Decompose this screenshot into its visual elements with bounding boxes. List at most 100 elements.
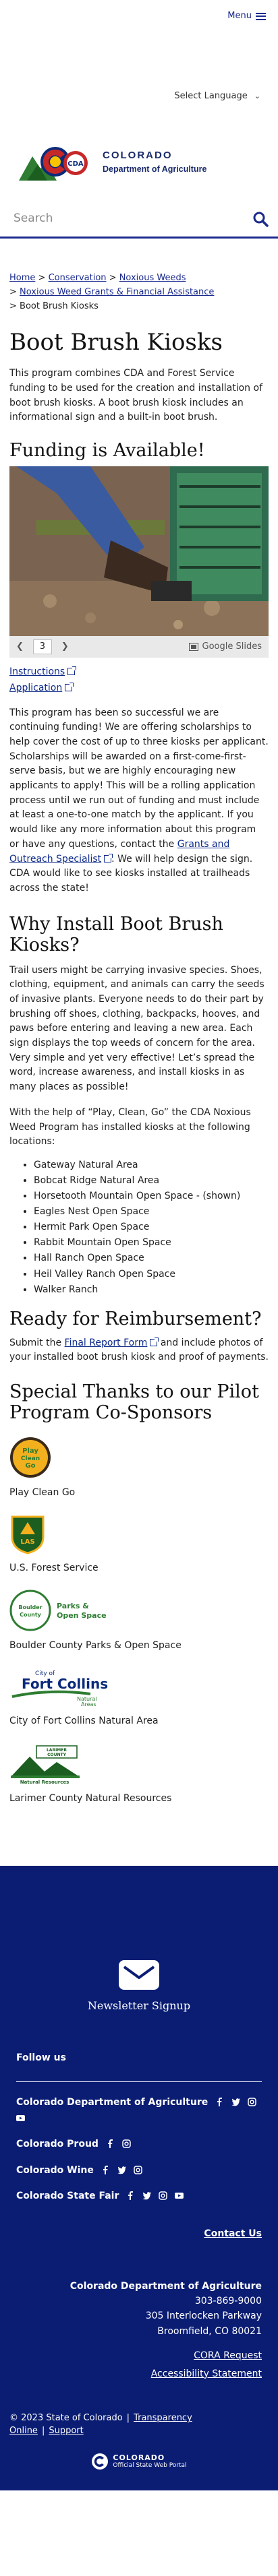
sponsor-boulder-county: Boulder County Parks & Open Space Boulde…: [9, 1590, 269, 1652]
chevron-down-icon: ⌄: [254, 92, 260, 101]
state-portal-logo[interactable]: COLORADO Official State Web Portal: [0, 2453, 278, 2470]
sponsor-larimer-county: LARIMER COUNTY Natural Resources Larimer…: [9, 1743, 269, 1806]
svg-text:Parks &: Parks &: [57, 1602, 89, 1610]
sponsor-fort-collins: City of Fort Collins Natural Areas City …: [9, 1667, 269, 1728]
menu-button[interactable]: Menu: [227, 10, 266, 23]
list-item: Eagles Nest Open Space: [34, 1204, 269, 1220]
breadcrumb-conservation[interactable]: Conservation: [49, 273, 107, 283]
social-colorado-proud: Colorado Proud: [0, 2137, 278, 2151]
youtube-icon[interactable]: [16, 2113, 25, 2122]
twitter-icon[interactable]: [142, 2191, 152, 2200]
instagram-icon[interactable]: [133, 2165, 142, 2174]
fort-collins-logo: City of Fort Collins Natural Areas: [11, 1670, 108, 1707]
svg-text:LAS: LAS: [20, 1538, 34, 1546]
facebook-icon[interactable]: [101, 2165, 110, 2174]
facebook-icon[interactable]: [126, 2191, 135, 2200]
social-state-fair: Colorado State Fair: [0, 2189, 278, 2203]
slide-next-icon[interactable]: ❯: [61, 641, 69, 654]
search-input[interactable]: Search: [13, 210, 53, 227]
cora-request-link[interactable]: CORA Request: [194, 2350, 262, 2361]
street-address: 305 Interlocken Parkway: [145, 2311, 262, 2322]
kiosk-list: Gateway Natural Area Bobcat Ridge Natura…: [34, 1158, 269, 1298]
instagram-icon[interactable]: [159, 2191, 167, 2200]
site-logo[interactable]: CDA COLORADO Department of Agriculture: [0, 106, 278, 195]
social-label: Colorado Proud: [16, 2139, 99, 2150]
external-link-icon: [65, 682, 74, 691]
envelope-icon: [119, 1960, 159, 1990]
address-block: Colorado Department of Agriculture 303-8…: [0, 2279, 278, 2339]
external-link-icon: [67, 666, 77, 676]
list-item: Rabbit Mountain Open Space: [34, 1235, 269, 1251]
slides-icon: [188, 643, 198, 652]
footer-links: CORA Request Accessibility Statement: [0, 2347, 278, 2383]
facebook-icon[interactable]: [106, 2139, 115, 2149]
contact-us-link[interactable]: Contact Us: [204, 2228, 262, 2239]
boulder-county-logo: Boulder County Parks & Open Space: [9, 1590, 107, 1631]
slide-page-input[interactable]: 3: [32, 639, 52, 655]
svg-text:Areas: Areas: [81, 1701, 96, 1707]
breadcrumb-home[interactable]: Home: [9, 273, 35, 283]
facebook-icon[interactable]: [215, 2097, 224, 2106]
newsletter-signup[interactable]: Newsletter Signup: [0, 1866, 278, 2013]
support-link[interactable]: Support: [49, 2426, 83, 2436]
forest-service-shield-logo: LAS: [11, 1515, 45, 1554]
why-heading: Why Install Boot Brush Kiosks?: [9, 913, 223, 955]
sponsor-caption: City of Fort Collins Natural Area: [9, 1716, 159, 1727]
sponsor-caption: U.S. Forest Service: [9, 1563, 99, 1574]
site-footer: Newsletter Signup Follow us Colorado Dep…: [0, 1866, 278, 2490]
phone-number: 303-869-9000: [194, 2295, 262, 2306]
logo-text: COLORADO Department of Agriculture: [103, 148, 206, 175]
funding-heading: Funding is Available!: [9, 439, 205, 461]
accessibility-link[interactable]: Accessibility Statement: [151, 2368, 262, 2379]
kiosk-intro: With the help of “Play, Clean, Go” the C…: [9, 1106, 251, 1148]
hamburger-icon: [256, 12, 266, 20]
instructions-link[interactable]: Instructions: [9, 666, 65, 677]
sponsors-heading: Special Thanks to our Pilot Program Co-S…: [9, 1381, 259, 1424]
sponsor-forest-service: LAS U.S. Forest Service: [9, 1514, 269, 1575]
page-title: Boot Brush Kiosks: [9, 329, 223, 356]
svg-text:CDA: CDA: [67, 160, 84, 168]
youtube-icon[interactable]: [174, 2191, 184, 2199]
logo-line-1: COLORADO: [103, 150, 173, 162]
application-link[interactable]: Application: [9, 683, 62, 693]
sponsor-play-clean-go: Play Clean Go Play Clean Go: [9, 1437, 269, 1499]
list-item: Gateway Natural Area: [34, 1158, 269, 1173]
social-label: Colorado State Fair: [16, 2190, 119, 2201]
external-link-icon: [150, 1337, 159, 1346]
breadcrumb-noxious-weeds[interactable]: Noxious Weeds: [119, 273, 186, 283]
breadcrumb-grants[interactable]: Noxious Weed Grants & Financial Assistan…: [20, 287, 214, 297]
slide-prev-icon[interactable]: ❮: [16, 641, 24, 654]
social-cda: Colorado Department of Agriculture: [0, 2096, 278, 2126]
svg-text:Natural Resources: Natural Resources: [20, 1780, 70, 1785]
social-label: Colorado Wine: [16, 2164, 94, 2176]
external-link-icon: [104, 853, 113, 862]
twitter-icon[interactable]: [231, 2097, 240, 2106]
slides-embed[interactable]: ❮ 3 ❯ Google Slides: [9, 466, 269, 658]
social-label: Colorado Department of Agriculture: [16, 2096, 208, 2108]
svg-text:Open Space: Open Space: [57, 1611, 107, 1620]
why-text: Trail users might be carrying invasive s…: [9, 964, 265, 1093]
sponsor-caption: Play Clean Go: [9, 1486, 76, 1498]
final-report-link[interactable]: Final Report Form: [65, 1338, 148, 1348]
language-label: Select Language: [174, 90, 248, 101]
breadcrumb-current: Boot Brush Kiosks: [20, 301, 99, 312]
instagram-icon[interactable]: [121, 2139, 131, 2149]
google-slides-link[interactable]: Google Slides: [188, 641, 262, 654]
svg-text:Go: Go: [25, 1462, 35, 1470]
svg-text:Play: Play: [22, 1447, 38, 1455]
social-colorado-wine: Colorado Wine: [0, 2164, 278, 2177]
twitter-icon[interactable]: [117, 2165, 126, 2174]
funding-text: This program has been so successful we a…: [9, 707, 269, 893]
org-name: Colorado Department of Agriculture: [70, 2280, 262, 2292]
kiosk-photo: [9, 466, 269, 637]
language-select[interactable]: Select Language ⌄: [0, 86, 278, 106]
document-links: Instructions Application: [9, 664, 269, 697]
site-header: Menu Select Language ⌄ CDA COLORADO Depa…: [0, 0, 278, 239]
portal-line-2: Official State Web Portal: [113, 2462, 187, 2470]
reimbursement-text: Submit the Final Report Form and include…: [9, 1337, 269, 1363]
instagram-icon[interactable]: [248, 2097, 256, 2106]
portal-line-1: COLORADO: [113, 2453, 165, 2462]
search-bar[interactable]: Search: [0, 201, 278, 239]
list-item: Horsetooth Mountain Open Space - (shown): [34, 1189, 269, 1204]
search-icon[interactable]: [252, 211, 269, 227]
